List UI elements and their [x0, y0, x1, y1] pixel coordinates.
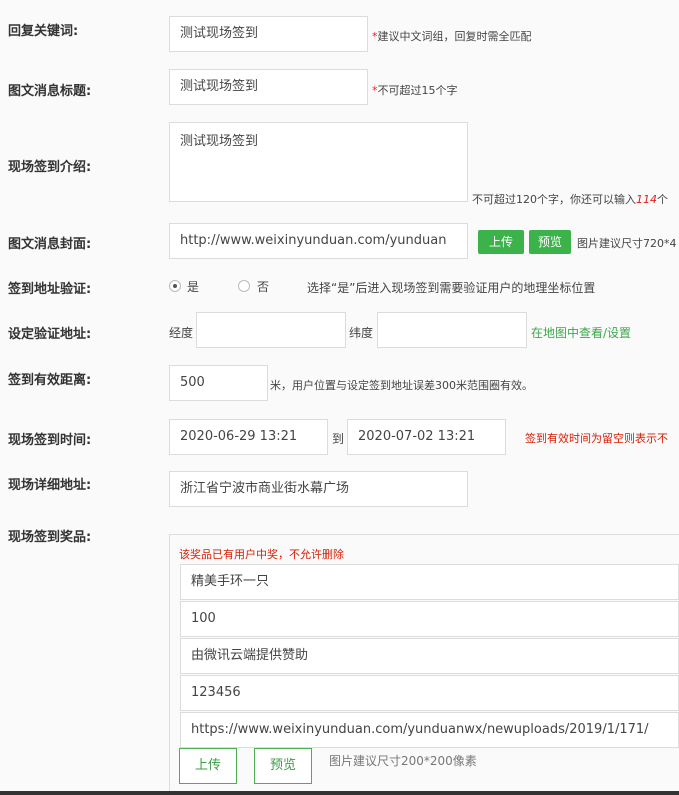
verify-no-radio[interactable]: [238, 280, 250, 292]
title-hint: *不可超过15个字: [372, 82, 458, 98]
intro-remaining-count: 114: [636, 193, 657, 206]
verify-yes-label: 是: [187, 280, 200, 294]
prize-name-input[interactable]: 精美手环一只: [180, 564, 679, 600]
cover-url-input[interactable]: http://www.weixinyunduan.com/yunduan: [169, 223, 468, 259]
prize-code-input[interactable]: 123456: [180, 675, 679, 711]
keyword-hint: *建议中文词组，回复时需全匹配: [372, 28, 532, 44]
time-label: 现场签到时间:: [8, 433, 92, 448]
address-input[interactable]: 浙江省宁波市商业街水幕广场: [169, 471, 468, 507]
intro-hint: 不可超过120个字，你还可以输入114个: [472, 191, 668, 207]
longitude-input[interactable]: [196, 312, 346, 348]
cover-hint: 图片建议尺寸720*4: [577, 237, 677, 250]
location-label: 设定验证地址:: [8, 327, 92, 342]
prize-upload-button[interactable]: 上传: [179, 748, 238, 784]
end-time-input[interactable]: 2020-07-02 13:21: [347, 419, 506, 455]
keyword-input[interactable]: 测试现场签到: [169, 16, 368, 52]
address-label: 现场详细地址:: [8, 478, 92, 493]
intro-hint-suffix: 个: [657, 193, 668, 206]
keyword-label: 回复关键词:: [8, 24, 79, 39]
prize-warning: 该奖品已有用户中奖，不允许删除: [179, 548, 344, 561]
distance-hint: 米，用户位置与设定签到地址误差300米范围圈有效。: [270, 379, 533, 392]
distance-input[interactable]: 500: [169, 365, 268, 401]
verify-yes-radio[interactable]: [169, 280, 181, 292]
radio-selected-dot: [173, 284, 177, 288]
time-hint: 签到有效时间为留空则表示不: [525, 432, 668, 445]
time-to-label: 到: [332, 432, 345, 446]
map-link[interactable]: 在地图中查看/设置: [531, 324, 631, 341]
title-label: 图文消息标题:: [8, 84, 92, 99]
title-input[interactable]: 测试现场签到: [169, 69, 368, 105]
start-time-input[interactable]: 2020-06-29 13:21: [169, 419, 328, 455]
latitude-input[interactable]: [377, 312, 527, 348]
cover-upload-button[interactable]: 上传: [478, 230, 525, 254]
prize-preview-button[interactable]: 预览: [254, 748, 313, 784]
prize-label: 现场签到奖品:: [8, 530, 92, 545]
intro-textarea[interactable]: 测试现场签到: [169, 122, 468, 202]
verify-no-label: 否: [257, 280, 270, 294]
longitude-label: 经度: [169, 326, 194, 340]
cover-label: 图文消息封面:: [8, 237, 92, 252]
title-hint-text: 不可超过15个字: [377, 84, 458, 97]
keyword-hint-text: 建议中文词组，回复时需全匹配: [377, 30, 532, 43]
prize-sponsor-input[interactable]: 由微讯云端提供赞助: [180, 638, 679, 674]
latitude-label: 纬度: [349, 326, 374, 340]
bottom-edge-bar: [0, 791, 679, 795]
verify-label: 签到地址验证:: [8, 282, 92, 297]
prize-image-hint: 图片建议尺寸200*200像素: [329, 754, 477, 768]
prize-image-url-input[interactable]: https://www.weixinyunduan.com/yunduanwx/…: [180, 712, 679, 748]
prize-count-input[interactable]: 100: [180, 601, 679, 637]
intro-label: 现场签到介绍:: [8, 160, 92, 175]
cover-preview-button[interactable]: 预览: [529, 230, 572, 254]
verify-hint: 选择“是”后进入现场签到需要验证用户的地理坐标位置: [307, 281, 596, 295]
distance-label: 签到有效距离:: [8, 373, 92, 388]
intro-hint-prefix: 不可超过120个字，你还可以输入: [472, 193, 636, 206]
